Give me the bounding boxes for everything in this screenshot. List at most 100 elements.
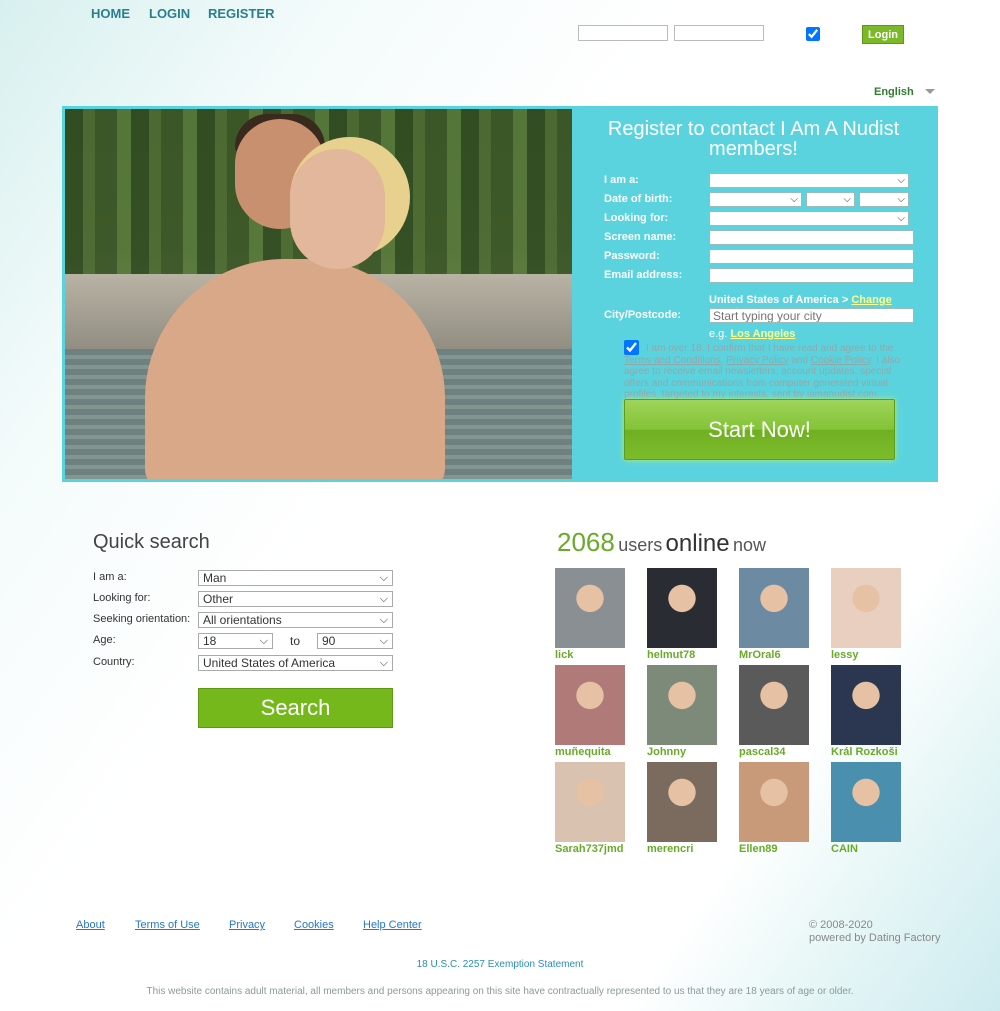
qs-orientation-select[interactable]: All orientations ⌵ [198, 612, 393, 628]
qs-age-from-select[interactable]: 18 ⌵ [198, 633, 273, 649]
hero-banner: Register to contact I Am A Nudist member… [62, 106, 938, 482]
online-word-users: users [618, 535, 663, 555]
user-name[interactable]: lessy [831, 649, 901, 661]
footer-cookies-link[interactable]: Cookies [294, 919, 334, 931]
login-username-input[interactable] [578, 25, 668, 41]
user-card[interactable]: merencri [647, 762, 717, 855]
chevron-down-icon[interactable] [925, 89, 935, 94]
user-card[interactable]: CAIN [831, 762, 901, 855]
qs-age-to-label: to [290, 634, 301, 648]
user-name[interactable]: merencri [647, 843, 717, 855]
user-card[interactable]: lessy [831, 568, 901, 661]
user-name[interactable]: lick [555, 649, 625, 661]
chevron-down-icon: ⌵ [790, 194, 798, 205]
user-avatar[interactable] [739, 568, 809, 648]
user-name[interactable]: muñequita [555, 746, 625, 758]
user-name[interactable]: CAIN [831, 843, 901, 855]
chevron-down-icon: ⌵ [379, 572, 388, 584]
user-name[interactable]: MrOral6 [739, 649, 809, 661]
chevron-down-icon: ⌵ [379, 614, 388, 626]
terms-link[interactable]: Terms and Conditions [624, 355, 721, 366]
nav-home-link[interactable]: HOME [91, 6, 130, 21]
qs-age-to-select[interactable]: 90 ⌵ [317, 633, 393, 649]
privacy-link[interactable]: Privacy Policy [726, 355, 788, 366]
user-avatar[interactable] [555, 568, 625, 648]
agree-terms-text: I am over 18. I confirm that I have read… [624, 343, 909, 401]
qs-age-from-value: 18 [203, 634, 217, 648]
language-selector[interactable]: English [874, 86, 914, 98]
screen-name-input[interactable] [709, 230, 914, 245]
user-card[interactable]: Král Rozkoši [831, 665, 901, 758]
chevron-down-icon: ⌵ [379, 635, 388, 647]
user-name[interactable]: Ellen89 [739, 843, 809, 855]
dob-day-select[interactable]: ⌵ [806, 192, 855, 207]
cookie-link[interactable]: Cookie Policy [811, 355, 871, 366]
city-input[interactable] [709, 308, 914, 323]
label-password: Password: [604, 250, 660, 262]
registration-title: Register to contact I Am A Nudist member… [607, 118, 900, 160]
login-password-input[interactable] [674, 25, 764, 41]
user-card[interactable]: Sarah737jmd [555, 762, 625, 855]
user-card[interactable]: Johnny [647, 665, 717, 758]
user-card[interactable]: helmut78 [647, 568, 717, 661]
chevron-down-icon: ⌵ [897, 175, 905, 186]
user-name[interactable]: helmut78 [647, 649, 717, 661]
user-avatar[interactable] [831, 665, 901, 745]
footer-terms-link[interactable]: Terms of Use [135, 919, 200, 931]
nav-login-link[interactable]: LOGIN [149, 6, 190, 21]
email-input[interactable] [709, 268, 914, 283]
chevron-down-icon: ⌵ [379, 657, 388, 669]
footer-about-link[interactable]: About [76, 919, 105, 931]
qs-gender-select[interactable]: Man ⌵ [198, 570, 393, 586]
user-avatar[interactable] [739, 665, 809, 745]
start-now-button[interactable]: Start Now! [624, 399, 895, 460]
qs-label-orientation: Seeking orientation: [93, 613, 191, 625]
login-button[interactable]: Login [862, 25, 904, 44]
exemption-statement-link[interactable]: 18 U.S.C. 2257 Exemption Statement [0, 959, 1000, 970]
user-avatar[interactable] [555, 762, 625, 842]
footer-help-link[interactable]: Help Center [363, 919, 422, 931]
dob-year-select[interactable]: ⌵ [859, 192, 909, 207]
user-name[interactable]: Král Rozkoši [831, 746, 901, 758]
user-card[interactable]: Ellen89 [739, 762, 809, 855]
password-input[interactable] [709, 249, 914, 264]
user-card[interactable]: lick [555, 568, 625, 661]
user-card[interactable]: pascal34 [739, 665, 809, 758]
user-avatar[interactable] [555, 665, 625, 745]
example-city-link[interactable]: Los Angeles [730, 328, 795, 340]
qs-label-looking-for: Looking for: [93, 592, 151, 604]
user-avatar[interactable] [647, 665, 717, 745]
user-avatar[interactable] [739, 762, 809, 842]
chevron-down-icon: ⌵ [259, 635, 268, 647]
user-avatar[interactable] [831, 762, 901, 842]
footer-privacy-link[interactable]: Privacy [229, 919, 265, 931]
user-card[interactable]: muñequita [555, 665, 625, 758]
gender-select[interactable]: ⌵ [709, 173, 909, 188]
quick-search-title: Quick search [93, 531, 210, 553]
qs-looking-for-select[interactable]: Other ⌵ [198, 591, 393, 607]
user-name[interactable]: pascal34 [739, 746, 809, 758]
looking-for-select[interactable]: ⌵ [709, 211, 909, 226]
qs-label-age: Age: [93, 634, 116, 646]
user-avatar[interactable] [831, 568, 901, 648]
user-avatar[interactable] [647, 568, 717, 648]
label-dob: Date of birth: [604, 193, 673, 205]
search-button[interactable]: Search [198, 688, 393, 728]
nav-register-link[interactable]: REGISTER [208, 6, 274, 21]
user-avatar[interactable] [647, 762, 717, 842]
user-card[interactable]: MrOral6 [739, 568, 809, 661]
user-name[interactable]: Sarah737jmd [555, 843, 625, 855]
comma: , [720, 354, 724, 366]
selected-country: United States of America [709, 294, 839, 306]
online-word-online: online [665, 530, 730, 557]
users-online-heading: 2068 users online now [557, 527, 766, 558]
qs-country-select[interactable]: United States of America ⌵ [198, 655, 393, 671]
remember-me-checkbox[interactable] [806, 27, 820, 41]
qs-looking-for-value: Other [203, 592, 234, 606]
dob-month-select[interactable]: ⌵ [709, 192, 802, 207]
label-email: Email address: [604, 269, 683, 281]
chevron-down-icon: ⌵ [897, 194, 905, 205]
label-city: City/Postcode: [604, 309, 682, 321]
user-name[interactable]: Johnny [647, 746, 717, 758]
qs-label-i-am: I am a: [93, 571, 127, 583]
